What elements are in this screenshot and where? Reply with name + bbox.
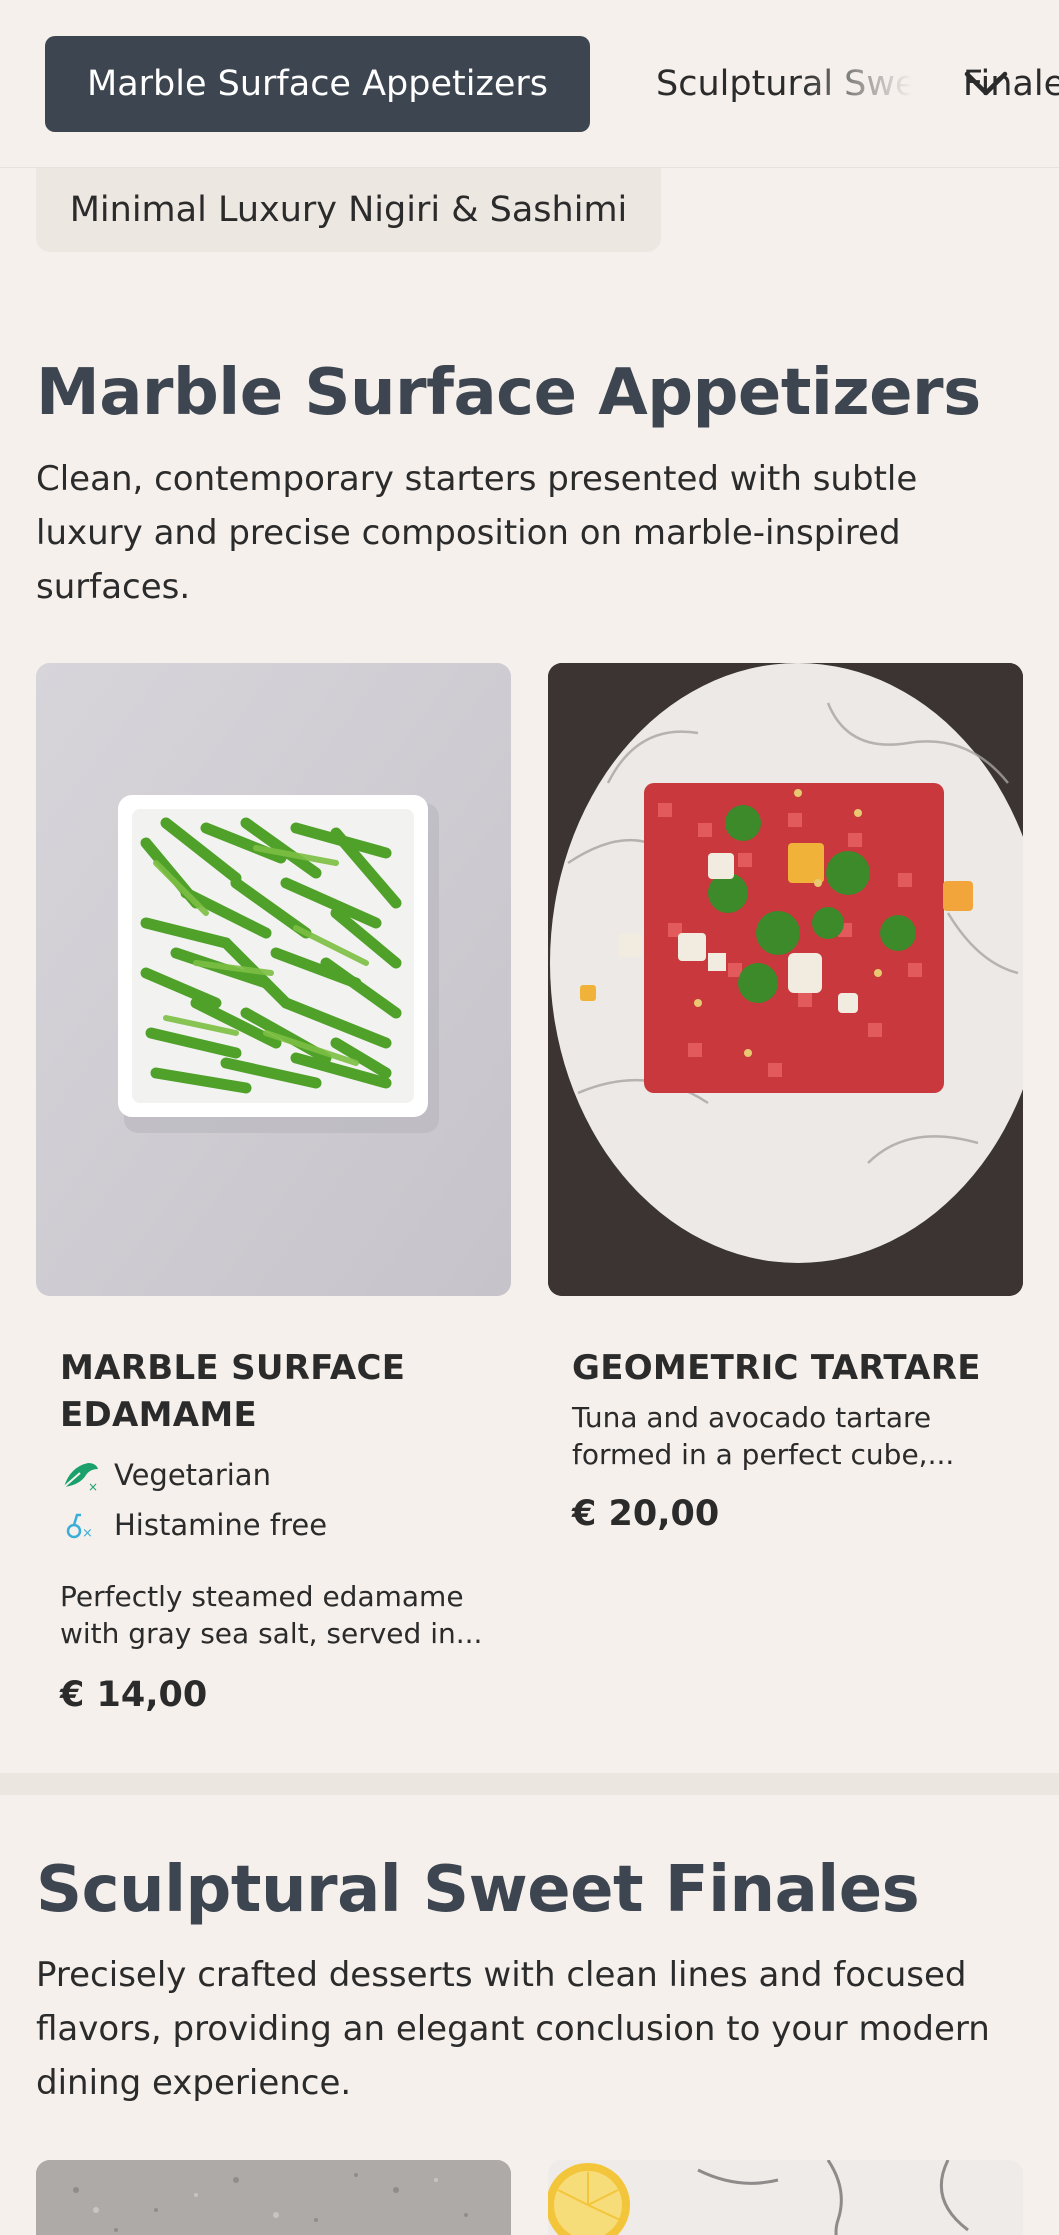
- tartare-image[interactable]: [548, 663, 1023, 1296]
- vegetarian-icon: ×: [60, 1455, 100, 1495]
- nav-fade-overlay: [800, 20, 960, 150]
- section-divider: [0, 1773, 1059, 1795]
- section-description: Precisely crafted desserts with clean li…: [36, 1955, 990, 2103]
- svg-text:×: ×: [82, 1526, 93, 1541]
- section-title: Sculptural Sweet Finales: [36, 1853, 920, 1927]
- histamine-free-icon: ×: [60, 1505, 100, 1545]
- svg-text:×: ×: [88, 1480, 98, 1493]
- category-tab-label: Marble Surface Appetizers: [87, 64, 548, 104]
- dietary-tag: × Histamine free: [60, 1505, 327, 1545]
- dietary-tag: × Vegetarian: [60, 1455, 271, 1495]
- edamame-image[interactable]: [36, 663, 511, 1296]
- category-tab-label: Minimal Luxury Nigiri & Sashimi: [69, 190, 628, 230]
- dietary-tag-label: Histamine free: [114, 1508, 328, 1542]
- section-description: Clean, contemporary starters presented w…: [36, 459, 918, 607]
- category-tab-marble-surface-appetizers[interactable]: Marble Surface Appetizers: [45, 36, 590, 132]
- dish-price: € 20,00: [572, 1494, 720, 1534]
- menu-page: Marble Surface Appetizers Sculptural Swe…: [0, 0, 1059, 2235]
- dish-description: Tuna and avocado tartare formed in a per…: [572, 1401, 955, 1471]
- dish-name[interactable]: GEOMETRIC TARTARE: [572, 1345, 1002, 1392]
- category-tab-minimal-luxury-nigiri-sashimi[interactable]: Minimal Luxury Nigiri & Sashimi: [36, 168, 661, 252]
- dish-name[interactable]: MARBLE SURFACE EDAMAME: [60, 1345, 490, 1439]
- dessert-image[interactable]: [548, 2160, 1023, 2235]
- dish-price: € 14,00: [60, 1675, 208, 1715]
- section-title: Marble Surface Appetizers: [36, 356, 981, 430]
- chevron-down-icon[interactable]: [960, 58, 1012, 110]
- dish-description: Perfectly steamed edamame with gray sea …: [60, 1580, 483, 1650]
- dessert-image[interactable]: [36, 2160, 511, 2235]
- category-nav: Marble Surface Appetizers Sculptural Swe…: [0, 0, 1059, 168]
- dietary-tag-label: Vegetarian: [114, 1458, 271, 1492]
